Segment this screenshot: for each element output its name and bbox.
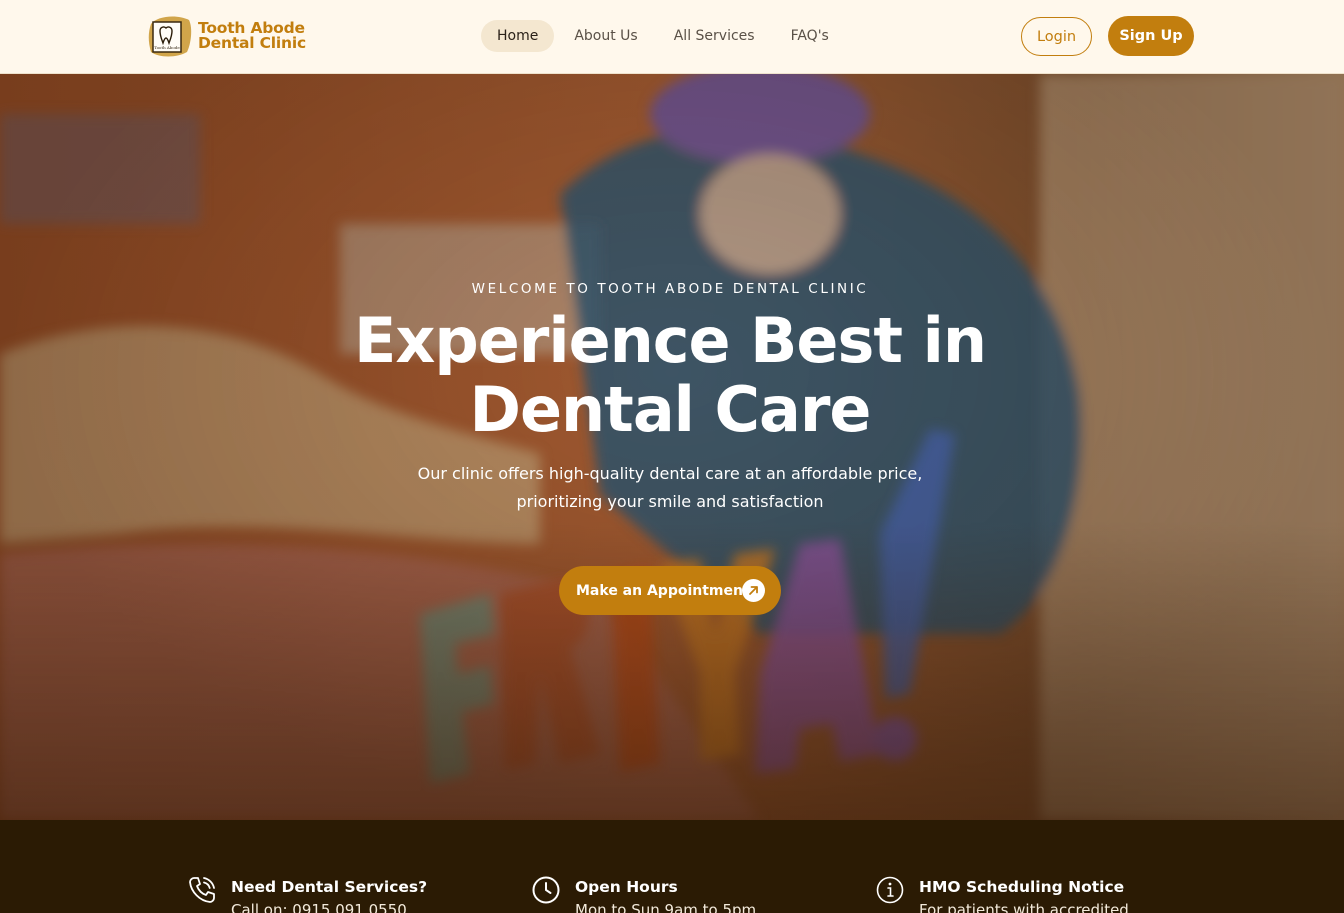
make-appointment-label: Make an Appointment	[576, 582, 750, 599]
brand-name-line2: Dental Clinic	[198, 34, 306, 52]
hero-subtitle: Our clinic offers high-quality dental ca…	[390, 460, 950, 516]
site-header: Tooth Abode Tooth Abode Dental Clinic Ho…	[0, 0, 1344, 74]
nav-item-all-services[interactable]: All Services	[658, 20, 771, 52]
info-title: Need Dental Services?	[231, 878, 428, 896]
login-button[interactable]: Login	[1021, 17, 1092, 56]
info-title: Open Hours	[575, 878, 678, 896]
hero-eyebrow: WELCOME TO TOOTH ABODE DENTAL CLINIC	[471, 281, 869, 297]
info-detail: Mon to Sun 9am to 5pm	[575, 901, 757, 913]
hero-title: Experience Best in Dental Care	[270, 306, 1070, 444]
nav-item-about-us[interactable]: About Us	[558, 20, 653, 52]
hero-section: WELCOME TO TOOTH ABODE DENTAL CLINIC Exp…	[0, 74, 1344, 820]
main-nav: Home About Us All Services FAQ's	[481, 20, 845, 52]
hero-subtitle-line1: Our clinic offers high-quality dental ca…	[417, 464, 923, 483]
info-bar: Need Dental Services? Call on: 0915 091 …	[0, 820, 1344, 913]
nav-item-home[interactable]: Home	[481, 20, 555, 52]
info-detail: Call on: 0915 091 0550	[231, 901, 407, 913]
info-item-open-hours: Open Hours Mon to Sun 9am to 5pm	[531, 875, 756, 913]
hero-subtitle-line2: prioritizing your smile and satisfaction	[516, 492, 824, 511]
brand-name: Tooth Abode Dental Clinic	[198, 20, 306, 52]
info-item-dental-services: Need Dental Services? Call on: 0915 091 …	[187, 875, 427, 913]
info-title: HMO Scheduling Notice	[919, 878, 1125, 896]
brand-logo[interactable]: Tooth Abode Tooth Abode Dental Clinic	[147, 14, 306, 58]
clock-icon	[531, 875, 561, 905]
info-detail: For patients with accredited	[919, 901, 1129, 913]
info-icon	[875, 875, 905, 905]
hero-title-line2: Dental Care	[469, 373, 872, 446]
info-item-hmo-notice: HMO Scheduling Notice For patients with …	[875, 875, 1129, 913]
nav-item-faqs[interactable]: FAQ's	[775, 20, 845, 52]
make-appointment-button[interactable]: Make an Appointment	[559, 566, 781, 615]
svg-text:Tooth Abode: Tooth Abode	[154, 45, 180, 50]
sign-up-button[interactable]: Sign Up	[1108, 16, 1194, 56]
tooth-logo-icon: Tooth Abode	[147, 14, 193, 58]
hero-overlay	[0, 74, 1344, 820]
hero-title-line1: Experience Best in	[353, 304, 987, 377]
arrow-up-right-icon	[742, 579, 765, 602]
phone-icon	[187, 875, 217, 905]
